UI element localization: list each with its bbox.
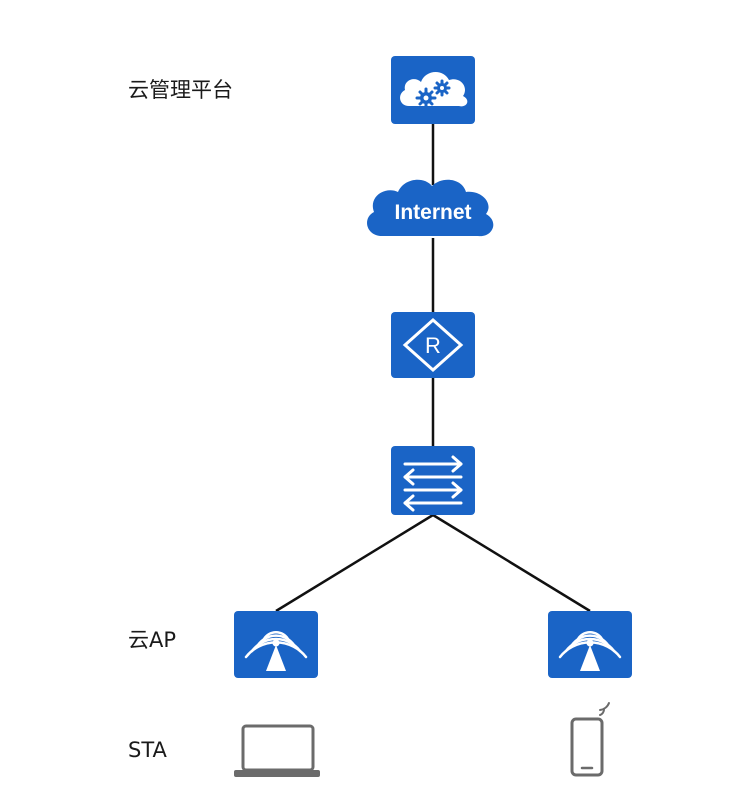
wireless-ap-icon bbox=[234, 611, 318, 678]
link-switch-ap2 bbox=[432, 513, 591, 613]
internet-cloud-icon: Internet bbox=[367, 179, 494, 237]
smartphone-icon bbox=[570, 702, 610, 777]
internet-label: Internet bbox=[394, 201, 471, 224]
link-switch-ap1 bbox=[275, 513, 434, 613]
phone-signal-icon bbox=[599, 702, 610, 716]
router-icon: R bbox=[391, 312, 475, 378]
wireless-ap-icon bbox=[548, 611, 632, 678]
switch-icon bbox=[391, 446, 475, 515]
network-topology-diagram: Internet R bbox=[234, 56, 632, 777]
laptop-icon bbox=[234, 724, 320, 777]
router-letter: R bbox=[425, 333, 441, 358]
cloud-gear-icon bbox=[391, 56, 475, 124]
